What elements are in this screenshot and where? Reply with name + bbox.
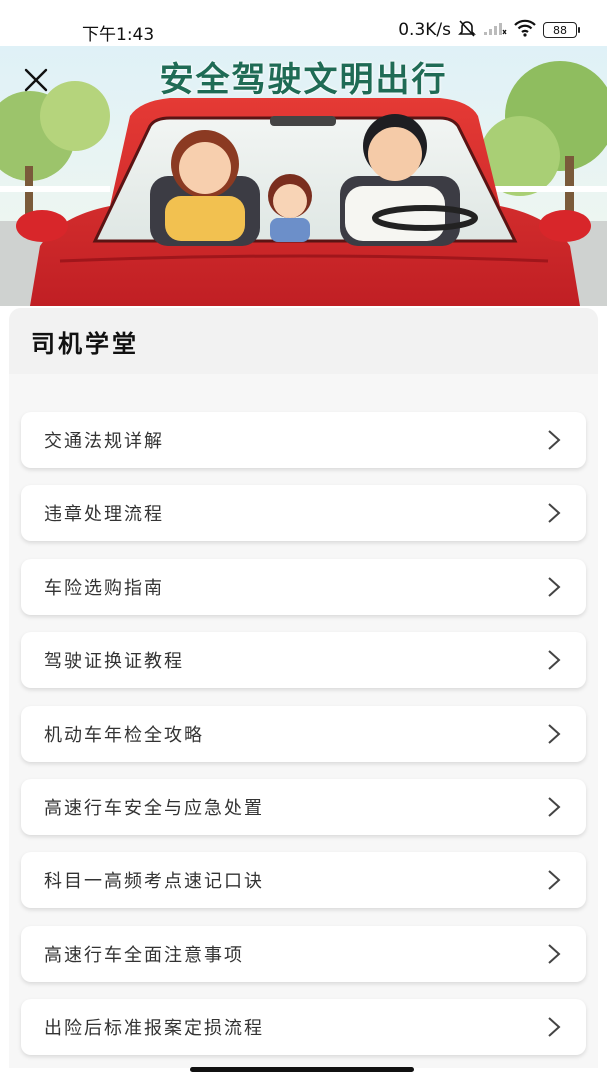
close-button[interactable]	[18, 60, 58, 100]
list-item[interactable]: 出险后标准报案定损流程	[21, 999, 586, 1056]
list-item-label: 车险选购指南	[44, 577, 164, 599]
section-header: 司机学堂	[9, 308, 598, 374]
list-item-label: 科目一高频考点速记口诀	[44, 871, 264, 893]
chevron-right-icon	[548, 503, 561, 524]
list-item-label: 高速行车安全与应急处置	[44, 797, 264, 819]
list-item-label: 驾驶证换证教程	[44, 651, 184, 673]
banner-image: 安全驾驶文明出行	[0, 46, 607, 306]
list-item[interactable]: 科目一高频考点速记口诀	[21, 852, 586, 909]
battery-icon: 88	[543, 22, 580, 38]
list-item[interactable]: 高速行车安全与应急处置	[21, 778, 586, 835]
wifi-icon	[513, 19, 537, 42]
list-item-label: 高速行车全面注意事项	[44, 944, 244, 966]
list-item[interactable]: 机动车年检全攻略	[21, 705, 586, 762]
list-item[interactable]: 违章处理流程	[21, 485, 586, 542]
app-screen: 下午1:43 0.3K/s 88 安全驾驶文明出行 司机学堂 交通法规详解 违章…	[0, 0, 607, 1080]
chevron-right-icon	[548, 650, 561, 670]
list-item[interactable]: 高速行车全面注意事项	[21, 925, 586, 982]
chevron-right-icon	[548, 723, 561, 744]
close-icon	[24, 68, 48, 92]
status-icons: 0.3K/s 88	[398, 18, 580, 43]
banner-title: 安全驾驶文明出行	[159, 60, 448, 100]
net-speed: 0.3K/s	[398, 20, 451, 40]
driver-school-card: 司机学堂 交通法规详解 违章处理流程 车险选购指南 驾驶证换证教程 机动车年检全…	[9, 308, 598, 1068]
list-item[interactable]: 车险选购指南	[21, 558, 586, 615]
chevron-right-icon	[548, 1017, 561, 1037]
list-item-label: 交通法规详解	[44, 431, 164, 452]
mute-bell-icon	[457, 18, 477, 43]
status-time: 下午1:43	[82, 25, 155, 45]
list-item[interactable]: 交通法规详解	[21, 412, 586, 468]
home-indicator[interactable]	[190, 1067, 414, 1072]
list-item-label: 违章处理流程	[44, 504, 164, 526]
chevron-right-icon	[548, 577, 561, 597]
chevron-right-icon	[548, 943, 561, 964]
list-item-label: 机动车年检全攻略	[44, 724, 204, 746]
cell-signal-icon	[483, 20, 507, 41]
list-item[interactable]: 驾驶证换证教程	[21, 632, 586, 689]
topic-list: 交通法规详解 违章处理流程 车险选购指南 驾驶证换证教程 机动车年检全攻略 高速…	[21, 412, 586, 1073]
section-title: 司机学堂	[31, 329, 139, 358]
chevron-right-icon	[548, 797, 561, 817]
status-bar: 下午1:43 0.3K/s 88	[0, 0, 607, 46]
chevron-right-icon	[548, 870, 561, 891]
chevron-right-icon	[548, 430, 561, 450]
list-item-label: 出险后标准报案定损流程	[44, 1018, 264, 1040]
